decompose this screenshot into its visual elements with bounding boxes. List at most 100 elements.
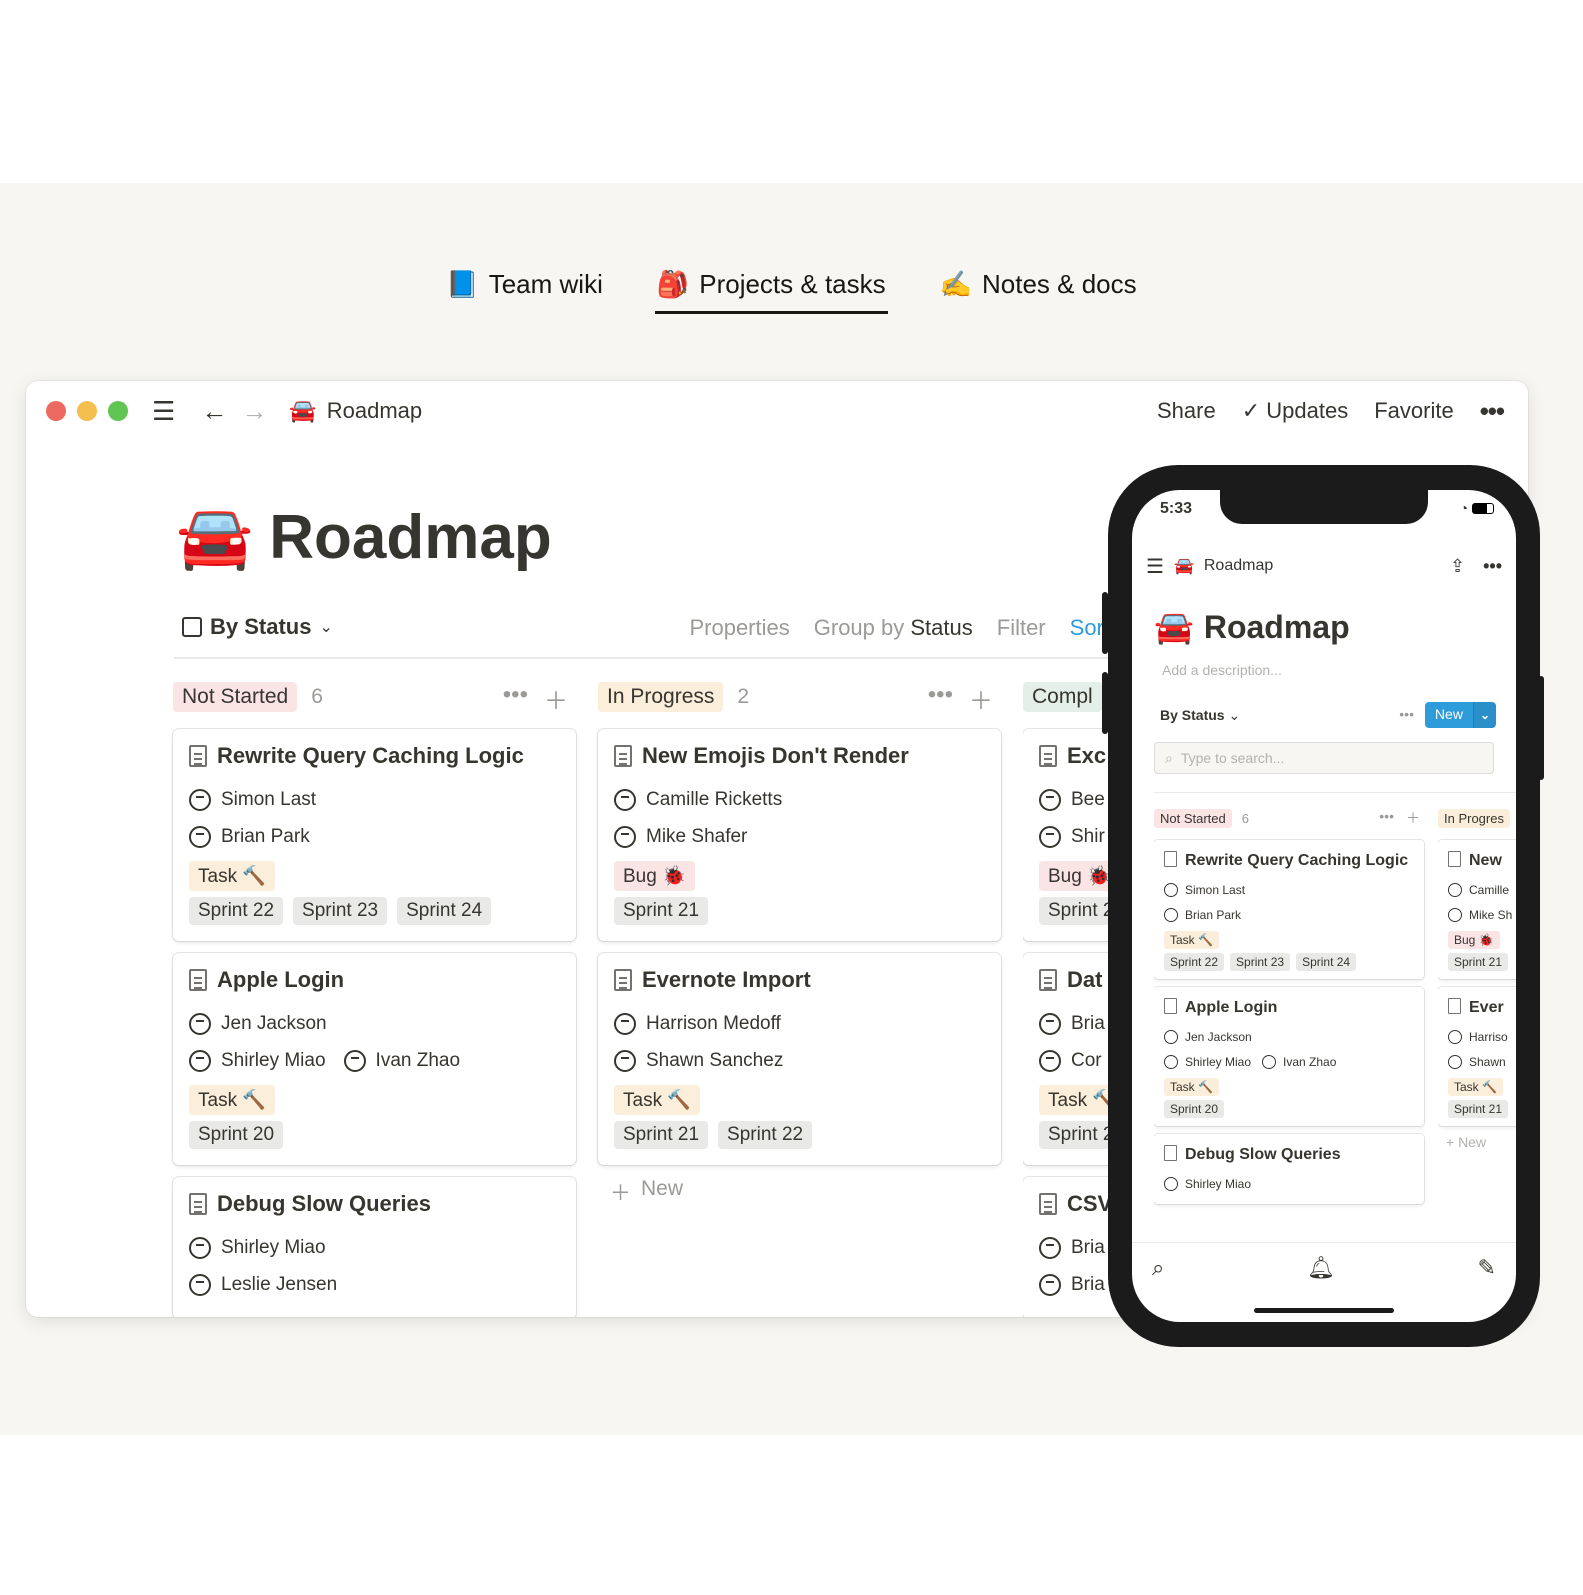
more-options-button[interactable]: ••• (1480, 396, 1505, 427)
person: Jen Jackson (1164, 1024, 1414, 1049)
add-card-icon[interactable]: ＋ (1406, 808, 1420, 828)
avatar (343, 1049, 366, 1072)
breadcrumb[interactable]: 🚘 Roadmap (289, 398, 422, 424)
person-name: Bria (1071, 1236, 1105, 1258)
tab-projects-tasks[interactable]: 🎒 Projects & tasks (654, 258, 888, 314)
board-card[interactable]: New Camille Mike Sh Bug 🐞 Sprint 21 (1438, 840, 1516, 979)
add-new-button[interactable]: ＋ New (598, 1177, 1001, 1207)
sprint-row: Sprint 20 (1164, 1100, 1414, 1118)
status-badge: In Progress (598, 682, 724, 712)
person: Brian Park (1164, 902, 1414, 927)
sprint-row: Sprint 21 (1448, 1100, 1516, 1118)
add-card-icon[interactable]: ＋ (544, 681, 568, 716)
type-tag: Task 🔨 (614, 1085, 701, 1115)
share-icon[interactable]: ⇪ (1450, 556, 1465, 577)
board-card[interactable]: Ever Harriso Shawn Task 🔨 Sprint 21 (1438, 987, 1516, 1126)
group-by-button[interactable]: Group by Status (814, 615, 973, 641)
sprint-tag: Sprint 21 (614, 1121, 709, 1149)
board-card[interactable]: Evernote Import Harrison Medoff Shawn Sa… (598, 953, 1001, 1165)
updates-button[interactable]: ✓ Updates (1242, 398, 1349, 424)
person-name: Harrison Medoff (646, 1012, 781, 1034)
tab-team-wiki[interactable]: 📘 Team wiki (444, 258, 605, 314)
board-card[interactable]: Debug Slow Queries Shirley Miao Leslie J… (173, 1177, 576, 1317)
chevron-down-icon: ⌄ (1228, 706, 1241, 723)
view-selector-label: By Status (210, 614, 312, 639)
status-badge: Compl (1023, 682, 1102, 712)
board-card[interactable]: Apple Login Jen Jackson Shirley Miao Ivan… (173, 953, 576, 1165)
sprint-tag: Sprint 24 (1296, 953, 1357, 971)
compose-icon[interactable]: ✎ (1478, 1255, 1496, 1281)
board-card[interactable]: Debug Slow Queries Shirley Miao (1154, 1134, 1424, 1204)
favorite-button[interactable]: Favorite (1374, 398, 1453, 424)
view-selector[interactable]: By Status ⌄ (182, 614, 333, 640)
sprint-row: Sprint 21 (614, 897, 985, 925)
tag-row: Task 🔨 (189, 861, 560, 891)
maximize-window-button[interactable] (108, 401, 128, 421)
add-new-button[interactable]: + New (1438, 1134, 1516, 1150)
sprint-tag: Sprint 22 (189, 897, 284, 925)
page-icon (1039, 969, 1057, 991)
car-icon: 🚘 (289, 398, 317, 423)
more-options-icon[interactable]: ••• (503, 681, 528, 716)
mobile-view-bar: By Status ⌄ ••• New ⌄ (1160, 700, 1496, 730)
sprint-tag: Sprint 23 (1230, 953, 1291, 971)
tag-row: Task 🔨 (189, 1085, 560, 1115)
car-icon: 🚘 (176, 503, 254, 572)
add-card-icon[interactable]: ＋ (969, 681, 993, 716)
updates-label: Updates (1266, 398, 1349, 423)
tag-row: Bug 🐞 (614, 861, 985, 891)
board-column-in-progress: In Progress 2 ••• ＋ New Emojis Don't Ren… (598, 677, 1001, 1207)
search-icon[interactable]: ⌕ (1152, 1255, 1164, 1281)
description-placeholder[interactable]: Add a description... (1162, 662, 1282, 678)
page-icon (189, 969, 207, 991)
page-icon (1448, 851, 1461, 867)
wifi-icon: ◔ (1459, 500, 1469, 516)
search-input[interactable]: ⌕ Type to search... (1154, 742, 1494, 774)
card-title: New (1448, 848, 1516, 873)
card-title-text: Ever (1469, 999, 1504, 1016)
new-dropdown-chevron-icon[interactable]: ⌄ (1472, 702, 1496, 728)
column-count: 6 (1241, 810, 1249, 826)
minimize-window-button[interactable] (77, 401, 97, 421)
more-options-icon[interactable]: ••• (1483, 556, 1502, 577)
person-name: Brian Park (1185, 907, 1242, 922)
board-card[interactable]: Rewrite Query Caching Logic Simon Last B… (1154, 840, 1424, 979)
avatar (614, 788, 636, 811)
board-card[interactable]: Apple Login Jen Jackson Shirley Miao Ivan… (1154, 987, 1424, 1126)
filter-button[interactable]: Filter (997, 615, 1046, 641)
board-card[interactable]: Rewrite Query Caching Logic Simon Last B… (173, 729, 576, 941)
share-button[interactable]: Share (1157, 398, 1216, 424)
person-name: Simon Last (1185, 882, 1246, 897)
mobile-breadcrumb[interactable]: Roadmap (1204, 557, 1273, 575)
avatar (1039, 1012, 1061, 1035)
board-view-icon (182, 617, 202, 637)
person: Harrison Medoff (614, 1005, 985, 1042)
sprint-tag: Sprint 20 (1164, 1100, 1225, 1118)
product-tabs: 📘 Team wiki 🎒 Projects & tasks ✍️ Notes … (0, 258, 1583, 318)
mobile-tab-bar: ⌕ 🔔︎ ✎ (1132, 1242, 1516, 1292)
board-card[interactable]: New Emojis Don't Render Camille Ricketts… (598, 729, 1001, 941)
person: Shirley Miao Ivan Zhao (189, 1042, 560, 1079)
type-tag: Task 🔨 (189, 861, 276, 891)
back-arrow-icon[interactable]: ← (201, 398, 227, 424)
page-icon (189, 745, 207, 767)
tab-notes-docs[interactable]: ✍️ Notes & docs (938, 258, 1139, 314)
card-title: Rewrite Query Caching Logic (1164, 848, 1414, 873)
card-title-text: Rewrite Query Caching Logic (1185, 852, 1409, 869)
forward-arrow-icon[interactable]: → (241, 398, 267, 424)
page-icon (1164, 1145, 1177, 1161)
person: Camille (1448, 877, 1516, 902)
menu-icon[interactable]: ☰ (152, 398, 175, 424)
new-button[interactable]: New (1424, 702, 1473, 728)
more-options-icon[interactable]: ••• (1379, 808, 1394, 828)
mobile-view-selector[interactable]: By Status ⌄ (1160, 707, 1240, 724)
sprint-tag: Sprint 22 (1164, 953, 1225, 971)
column-header: Not Started 6 ••• ＋ (1154, 806, 1424, 830)
close-window-button[interactable] (46, 401, 66, 421)
properties-button[interactable]: Properties (689, 615, 789, 641)
more-options-icon[interactable]: ••• (1399, 706, 1414, 722)
more-options-icon[interactable]: ••• (928, 681, 953, 716)
bell-icon[interactable]: 🔔︎ (1307, 1255, 1335, 1281)
menu-icon[interactable]: ☰ (1146, 554, 1164, 579)
group-by-label: Group by (813, 615, 905, 640)
